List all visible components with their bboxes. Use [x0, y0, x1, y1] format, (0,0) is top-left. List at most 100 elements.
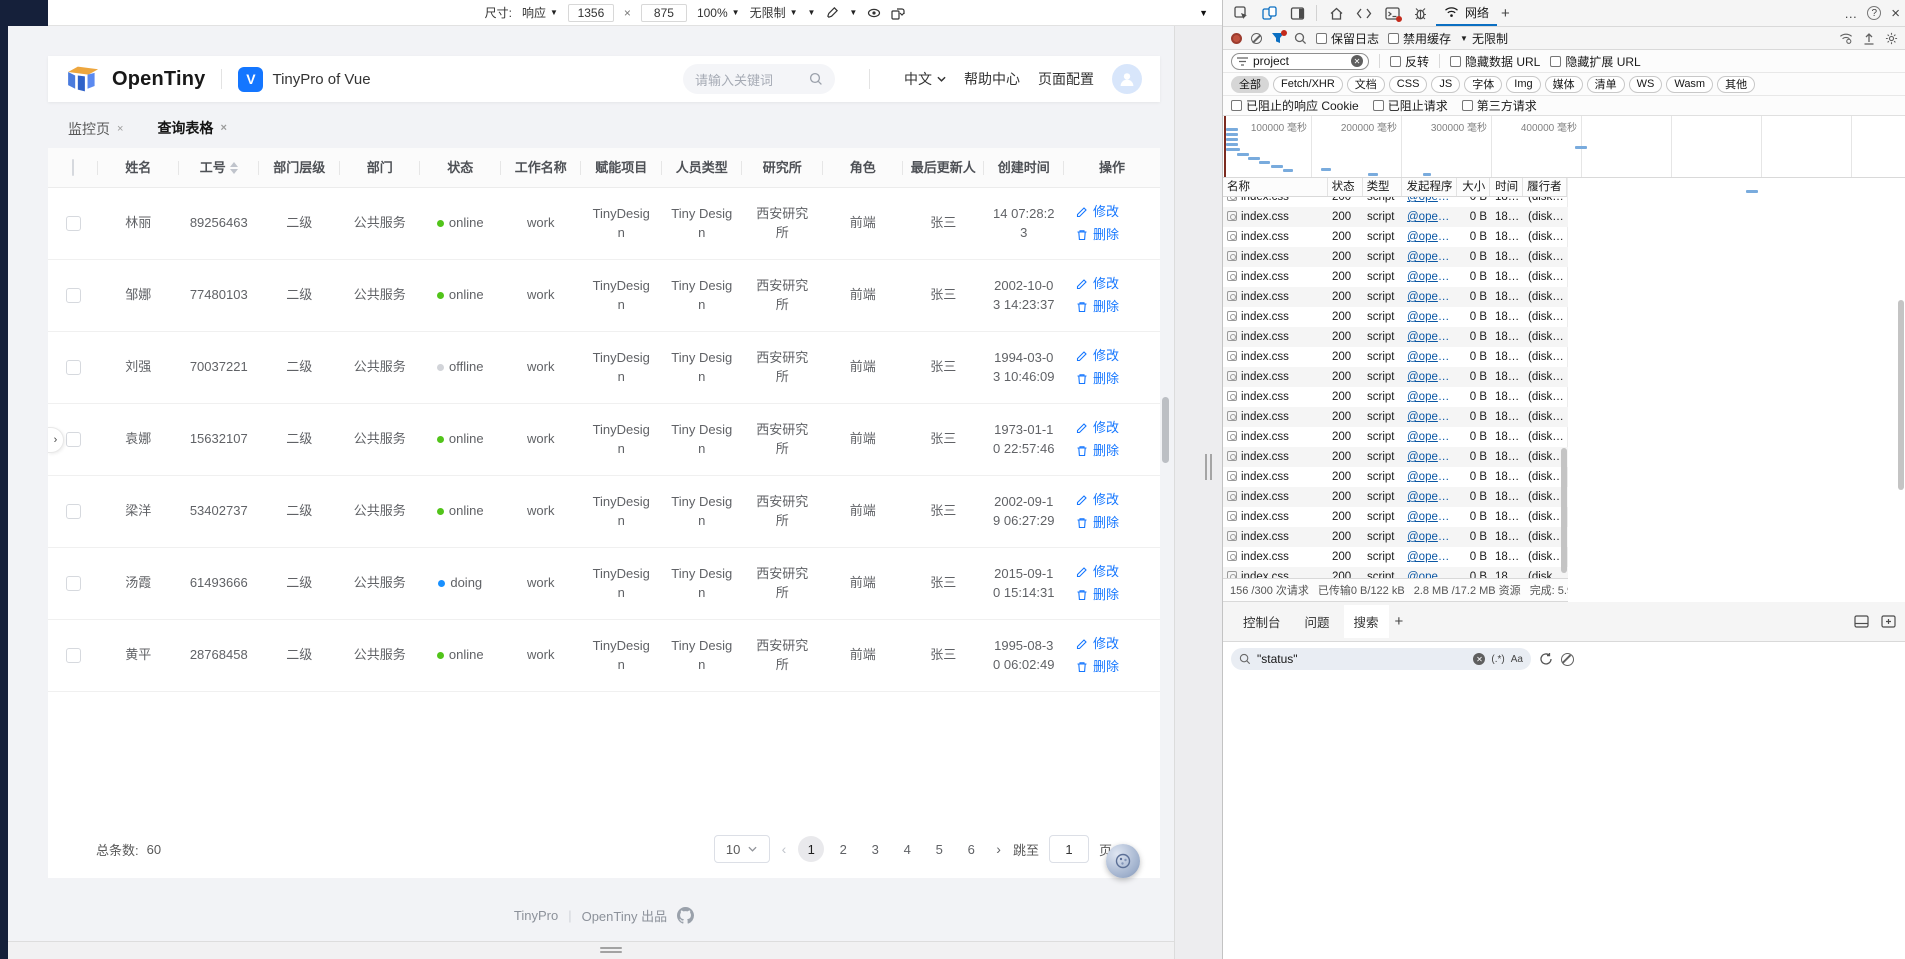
col-institute[interactable]: 研究所 — [742, 160, 823, 176]
network-conditions-icon[interactable] — [1839, 32, 1853, 44]
network-request-row[interactable]: index.css 200 script @opentiny vi 0 B 18… — [1223, 487, 1568, 507]
device-toolbar-menu-icon[interactable]: ▼ — [1199, 8, 1208, 18]
network-overview-timeline[interactable]: 100000 毫秒 200000 毫秒 300000 毫秒 400000 毫秒 — [1223, 116, 1905, 178]
col-project[interactable]: 赋能项目 — [581, 160, 662, 176]
theme-settings-float-button[interactable] — [1106, 844, 1140, 878]
resize-handle-icon[interactable] — [600, 947, 622, 954]
col-status[interactable]: 状态 — [1328, 178, 1363, 196]
help-icon[interactable]: ? — [1867, 6, 1881, 20]
sort-icon[interactable] — [230, 162, 238, 174]
network-request-row[interactable]: index.css 200 script @opentiny vi 0 B 18… — [1223, 227, 1568, 247]
filter-toggle-icon[interactable] — [1271, 32, 1285, 44]
clear-filter-icon[interactable]: ✕ — [1351, 55, 1363, 67]
request-initiator-link[interactable]: @opentiny vi — [1403, 427, 1458, 447]
more-menu-icon[interactable]: … — [1844, 6, 1857, 21]
filter-input[interactable]: project ✕ — [1231, 53, 1369, 70]
clear-search-icon[interactable]: ✕ — [1473, 653, 1485, 665]
type-pill[interactable]: Wasm — [1666, 76, 1713, 93]
close-icon[interactable]: × — [117, 123, 123, 135]
keyword-search-input[interactable]: 请输入关键词 — [683, 64, 835, 94]
edit-button[interactable]: 修改 — [1076, 491, 1160, 510]
devtools-search-input[interactable]: "status" ✕ (.*) Aa — [1231, 648, 1531, 670]
request-initiator-link[interactable]: @opentiny vi — [1403, 247, 1458, 267]
device-emulation-icon[interactable] — [1257, 2, 1281, 24]
request-initiator-link[interactable]: @opentiny vi — [1403, 547, 1458, 567]
delete-button[interactable]: 删除 — [1076, 370, 1160, 389]
gutter-drag-handle[interactable] — [1205, 454, 1212, 480]
device-width-input[interactable] — [568, 4, 614, 22]
chevron-down-icon[interactable]: ▼ — [808, 8, 816, 17]
type-pill[interactable]: Fetch/XHR — [1273, 76, 1343, 93]
delete-button[interactable]: 删除 — [1076, 514, 1160, 533]
network-request-row[interactable]: index.css 200 script @opentiny vi 0 B 18… — [1223, 507, 1568, 527]
request-initiator-link[interactable]: @opentiny vi — [1403, 347, 1458, 367]
page-number-button[interactable]: 1 — [798, 836, 824, 862]
network-request-row[interactable]: index.css 200 script @opentiny vi 0 B 18… — [1223, 427, 1568, 447]
network-search-icon[interactable] — [1294, 32, 1307, 45]
select-all-checkbox[interactable] — [72, 159, 74, 176]
request-initiator-link[interactable]: @opentiny vi — [1403, 387, 1458, 407]
row-checkbox[interactable] — [66, 360, 81, 375]
next-page-button[interactable]: › — [994, 841, 1003, 857]
row-checkbox[interactable] — [66, 432, 81, 447]
col-created-time[interactable]: 创建时间 — [984, 160, 1065, 176]
disable-cache-checkbox[interactable]: 禁用缓存 — [1388, 30, 1451, 47]
clear-results-icon[interactable] — [1561, 653, 1574, 666]
network-request-row[interactable]: index.css 200 script @opentiny vi 0 B 18… — [1223, 407, 1568, 427]
grid-scrollbar-thumb[interactable] — [1561, 448, 1567, 573]
drawer-tab[interactable]: 控制台 — [1233, 605, 1291, 638]
col-fulfilled-by[interactable]: 履行者 — [1523, 178, 1567, 196]
debugger-bug-icon[interactable] — [1408, 2, 1432, 24]
col-name[interactable]: 姓名 — [98, 160, 179, 176]
refresh-search-icon[interactable] — [1539, 652, 1553, 666]
delete-button[interactable]: 删除 — [1076, 298, 1160, 317]
network-request-row[interactable]: index.css 200 script @opentiny vi 0 B 18… — [1223, 527, 1568, 547]
device-throttle-select[interactable]: 无限制▼ — [750, 4, 798, 21]
col-person-type[interactable]: 人员类型 — [662, 160, 743, 176]
request-initiator-link[interactable]: @opentiny vi — [1403, 527, 1458, 547]
page-number-button[interactable]: 4 — [894, 836, 920, 862]
add-drawer-tab-icon[interactable]: + — [1395, 613, 1404, 630]
request-initiator-link[interactable]: @opentiny vi — [1403, 307, 1458, 327]
request-initiator-link[interactable]: @opentiny vi — [1403, 507, 1458, 527]
jump-page-input[interactable] — [1049, 835, 1089, 863]
third-party-checkbox[interactable]: 第三方请求 — [1462, 97, 1537, 114]
page-number-button[interactable]: 3 — [862, 836, 888, 862]
edit-button[interactable]: 修改 — [1076, 275, 1160, 294]
network-request-row[interactable]: index.css 200 script @opentiny vi 0 B 18… — [1223, 367, 1568, 387]
import-har-icon[interactable] — [1863, 32, 1875, 45]
request-initiator-link[interactable]: @opentiny vi — [1403, 447, 1458, 467]
rotate-device-icon[interactable] — [891, 6, 905, 20]
col-last-updater[interactable]: 最后更新人 — [903, 160, 984, 176]
type-pill[interactable]: JS — [1431, 76, 1460, 93]
edit-button[interactable]: 修改 — [1076, 563, 1160, 582]
delete-button[interactable]: 删除 — [1076, 226, 1160, 245]
preserve-log-checkbox[interactable]: 保留日志 — [1316, 30, 1379, 47]
request-initiator-link[interactable]: @opentiny vi — [1403, 197, 1458, 207]
brand[interactable]: OpenTiny — [66, 64, 205, 94]
blocked-cookies-checkbox[interactable]: 已阻止的响应 Cookie — [1231, 97, 1359, 114]
request-initiator-link[interactable]: @opentiny vi — [1403, 467, 1458, 487]
network-request-row[interactable]: index.css 200 script @opentiny vi 0 B 18… — [1223, 327, 1568, 347]
type-pill[interactable]: 文档 — [1347, 76, 1385, 93]
row-checkbox[interactable] — [66, 648, 81, 663]
edit-button[interactable]: 修改 — [1076, 203, 1160, 222]
row-checkbox[interactable] — [66, 288, 81, 303]
request-initiator-link[interactable]: @opentiny vi — [1403, 567, 1458, 578]
hide-extension-url-checkbox[interactable]: 隐藏扩展 URL — [1550, 53, 1640, 70]
page-number-button[interactable]: 5 — [926, 836, 952, 862]
request-initiator-link[interactable]: @opentiny vi — [1403, 287, 1458, 307]
network-request-row[interactable]: index.css 200 script @opentiny vi 0 B 18… — [1223, 387, 1568, 407]
edit-button[interactable]: 修改 — [1076, 419, 1160, 438]
request-initiator-link[interactable]: @opentiny vi — [1403, 487, 1458, 507]
type-pill[interactable]: 字体 — [1464, 76, 1502, 93]
clear-network-icon[interactable] — [1251, 33, 1262, 44]
avatar[interactable] — [1112, 64, 1142, 94]
request-initiator-link[interactable]: @opentiny vi — [1403, 367, 1458, 387]
language-select[interactable]: 中文 — [904, 69, 946, 89]
type-pill[interactable]: WS — [1629, 76, 1663, 93]
type-pill[interactable]: Img — [1506, 76, 1540, 93]
blocked-requests-checkbox[interactable]: 已阻止请求 — [1373, 97, 1448, 114]
page-scrollbar-thumb[interactable] — [1162, 397, 1169, 463]
col-status[interactable]: 状态 — [420, 160, 501, 176]
